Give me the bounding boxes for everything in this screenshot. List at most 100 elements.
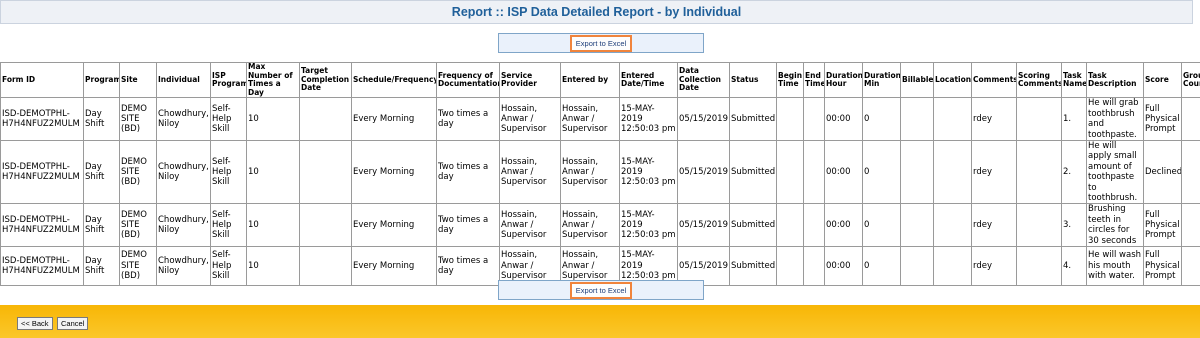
table-cell: 00:00 <box>824 97 863 141</box>
column-header: Group Count <box>1181 61 1200 99</box>
footer-bar: << Back Cancel <box>0 305 1200 338</box>
table-cell: Hossain, Anwar / Supervisor <box>560 203 620 248</box>
table-cell: 1. <box>1061 97 1087 141</box>
column-header: Duration Hour <box>824 61 863 99</box>
table-cell: Day Shift <box>83 203 120 248</box>
column-header: Service Provider <box>499 61 561 99</box>
table-cell: 10 <box>246 246 300 287</box>
table-cell <box>1016 203 1062 248</box>
table-cell: rdey <box>971 139 1017 205</box>
table-cell <box>803 97 825 141</box>
table-cell: Self-Help Skill <box>210 246 247 287</box>
table-cell: Hossain, Anwar / Supervisor <box>499 203 561 248</box>
table-cell: Full Physical Prompt <box>1143 246 1182 287</box>
table-row: ISD-DEMOTPHL-H7H4NFUZ2MULM Day Shift DEMO … <box>0 203 1200 248</box>
table-cell: 05/15/2019 <box>677 203 730 248</box>
table-cell <box>933 246 972 287</box>
table-cell <box>933 97 972 141</box>
table-cell: 10 <box>246 203 300 248</box>
table-cell <box>1016 246 1062 287</box>
report-title-bar: Report :: ISP Data Detailed Report - by … <box>0 0 1193 24</box>
table-cell: 05/15/2019 <box>677 97 730 141</box>
export-to-excel-button-bottom[interactable]: Export to Excel <box>569 281 633 299</box>
table-cell <box>776 97 804 141</box>
table-cell: Day Shift <box>83 246 120 287</box>
table-cell <box>1181 246 1200 287</box>
table-cell <box>1181 139 1200 205</box>
table-cell: rdey <box>971 203 1017 248</box>
column-header: Max Number of Times a Day <box>246 61 300 99</box>
table-cell: Every Morning <box>351 246 437 287</box>
column-header: Program <box>83 61 120 99</box>
table-cell <box>299 203 352 248</box>
table-cell <box>900 97 934 141</box>
column-header: Entered Date/Time <box>619 61 678 99</box>
column-header: Score <box>1143 61 1182 99</box>
table-cell: He will apply small amount of toothpaste… <box>1086 139 1144 205</box>
table-cell: DEMO SITE (BD) <box>119 203 157 248</box>
column-header: Task Description <box>1086 61 1144 99</box>
table-header-row: Form ID Program Site Individual ISP Program M… <box>0 61 1200 99</box>
table-cell: 00:00 <box>824 139 863 205</box>
column-header: Frequency of Documentation <box>436 61 500 99</box>
column-header: Duration Min <box>862 61 901 99</box>
table-cell <box>803 139 825 205</box>
table-cell: 10 <box>246 97 300 141</box>
table-cell: Submitted <box>729 139 777 205</box>
table-cell: DEMO SITE (BD) <box>119 246 157 287</box>
table-cell: He will wash his mouth with water. <box>1086 246 1144 287</box>
table-cell: Self-Help Skill <box>210 203 247 248</box>
cancel-button[interactable]: Cancel <box>57 317 89 330</box>
column-header: Comments <box>971 61 1017 99</box>
table-cell <box>299 246 352 287</box>
table-cell: 15-MAY-2019 12:50:03 pm <box>619 203 678 248</box>
column-header: Target Completion Date <box>299 61 352 99</box>
table-cell <box>803 203 825 248</box>
table-cell: Two times a day <box>436 203 500 248</box>
table-cell: 0 <box>862 139 901 205</box>
table-cell: Hossain, Anwar / Supervisor <box>499 139 561 205</box>
table-cell: 0 <box>862 203 901 248</box>
column-header: Begin Time <box>776 61 804 99</box>
table-cell: Self-Help Skill <box>210 97 247 141</box>
table-cell: Full Physical Prompt <box>1143 97 1182 141</box>
table-cell: Hossain, Anwar / Supervisor <box>560 139 620 205</box>
table-cell: Hossain, Anwar / Supervisor <box>499 97 561 141</box>
table-cell: 3. <box>1061 203 1087 248</box>
export-to-excel-button[interactable]: Export to Excel <box>569 34 633 52</box>
column-header: Scoring Comments <box>1016 61 1062 99</box>
table-cell <box>776 139 804 205</box>
table-cell <box>1181 203 1200 248</box>
table-cell: Hossain, Anwar / Supervisor <box>560 97 620 141</box>
table-cell: Two times a day <box>436 246 500 287</box>
table-cell <box>933 203 972 248</box>
table-cell: 00:00 <box>824 246 863 287</box>
table-cell: Chowdhury, Niloy <box>156 246 211 287</box>
table-cell: 15-MAY-2019 12:50:03 pm <box>619 97 678 141</box>
table-cell: Every Morning <box>351 97 437 141</box>
table-cell: Two times a day <box>436 139 500 205</box>
table-cell: ISD-DEMOTPHL-H7H4NFUZ2MULM <box>0 139 84 205</box>
table-cell: DEMO SITE (BD) <box>119 139 157 205</box>
table-cell <box>803 246 825 287</box>
table-cell: Day Shift <box>83 139 120 205</box>
table-cell: rdey <box>971 97 1017 141</box>
column-header: Task Name <box>1061 61 1087 99</box>
table-cell <box>900 203 934 248</box>
column-header: Location <box>933 61 972 99</box>
table-cell: Chowdhury, Niloy <box>156 139 211 205</box>
table-cell: He will grab toothbrush and toothpaste. <box>1086 97 1144 141</box>
table-cell: ISD-DEMOTPHL-H7H4NFUZ2MULM <box>0 97 84 141</box>
table-cell: rdey <box>971 246 1017 287</box>
column-header: Form ID <box>0 61 84 99</box>
page-title: Report :: ISP Data Detailed Report - by … <box>451 5 742 19</box>
export-toolbar-top: Export to Excel <box>498 33 704 53</box>
column-header: Individual <box>156 61 211 99</box>
table-cell <box>1181 97 1200 141</box>
back-button[interactable]: << Back <box>17 317 53 330</box>
table-cell: Submitted <box>729 246 777 287</box>
column-header: Site <box>119 61 157 99</box>
table-cell: 10 <box>246 139 300 205</box>
report-table: Form ID Program Site Individual ISP Program M… <box>0 61 1200 287</box>
table-cell: 2. <box>1061 139 1087 205</box>
